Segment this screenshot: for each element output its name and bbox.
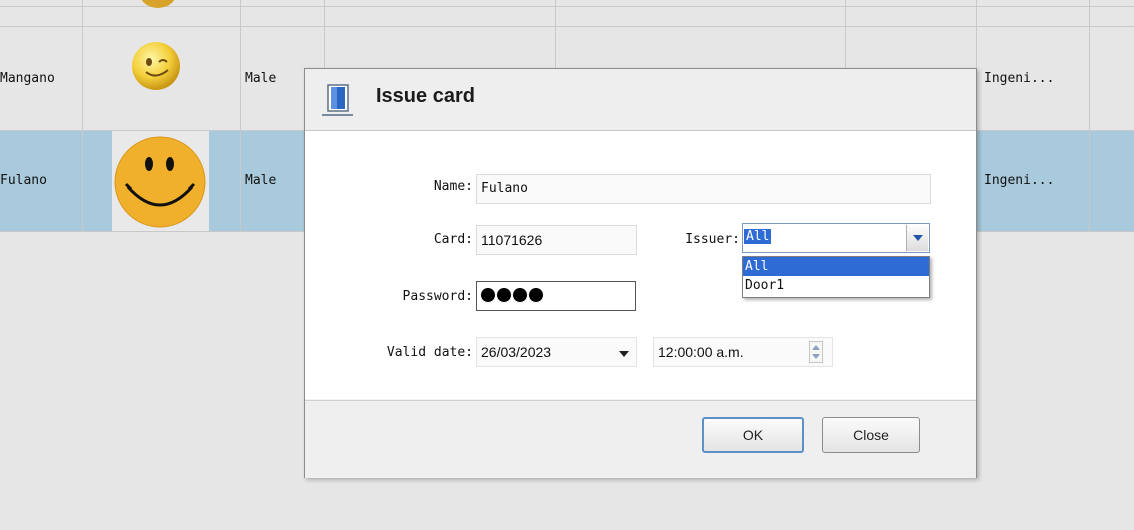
dialog-title: Issue card — [376, 85, 475, 107]
valid-date-picker[interactable]: 26/03/2023 — [476, 337, 637, 367]
issuer-dropdown-button[interactable] — [906, 225, 928, 251]
issuer-option[interactable]: All — [743, 257, 929, 276]
chevron-down-icon[interactable] — [619, 351, 629, 357]
card-field[interactable]: 11071626 — [476, 225, 637, 255]
wink-smiley-icon — [132, 42, 180, 90]
table-cell-name[interactable]: Fulano — [0, 173, 47, 188]
dialog-header: Issue card — [305, 69, 976, 131]
grid-line — [324, 0, 325, 68]
card-label: Card: — [433, 232, 473, 247]
door-icon — [322, 84, 353, 116]
smile-smiley-icon — [114, 136, 206, 228]
issuer-selected-value: All — [744, 229, 772, 244]
avatar — [112, 131, 209, 231]
issuer-dropdown-list: All Door1 — [742, 256, 930, 298]
table-cell-gender[interactable]: Male — [245, 71, 276, 86]
table-cell-job[interactable]: Ingeni... — [984, 71, 1054, 86]
spin-up-icon[interactable] — [812, 345, 820, 350]
valid-time-field[interactable]: 12:00:00 a.m. — [653, 337, 833, 367]
issuer-option[interactable]: Door1 — [743, 276, 929, 295]
issuer-select[interactable]: All — [742, 223, 930, 253]
name-field[interactable]: Fulano — [476, 174, 931, 204]
valid-date-label: Valid date: — [386, 345, 473, 360]
password-field[interactable] — [476, 281, 636, 311]
password-label: Password: — [402, 289, 473, 304]
spin-down-icon[interactable] — [812, 354, 820, 359]
partial-smiley-icon — [141, 0, 175, 8]
password-mask — [481, 287, 545, 302]
grid-line — [240, 0, 241, 231]
ok-button[interactable]: OK — [702, 417, 804, 453]
name-label: Name: — [433, 179, 473, 194]
grid-line — [1089, 0, 1090, 231]
table-cell-name[interactable]: Mangano — [0, 71, 55, 86]
time-spinner[interactable] — [809, 341, 823, 363]
grid-line — [555, 0, 556, 68]
grid-line — [845, 0, 846, 68]
issuer-label: Issuer: — [685, 232, 740, 247]
valid-time-value: 12:00:00 a.m. — [658, 344, 744, 360]
chevron-down-icon — [913, 235, 923, 241]
table-cell-gender[interactable]: Male — [245, 173, 276, 188]
close-button[interactable]: Close — [822, 417, 920, 453]
grid-line — [0, 26, 1134, 27]
valid-date-value: 26/03/2023 — [481, 344, 552, 360]
grid-line — [82, 0, 83, 231]
table-cell-job[interactable]: Ingeni... — [984, 173, 1054, 188]
issue-card-dialog: Issue card Name: Fulano Card: 11071626 I… — [304, 68, 977, 478]
